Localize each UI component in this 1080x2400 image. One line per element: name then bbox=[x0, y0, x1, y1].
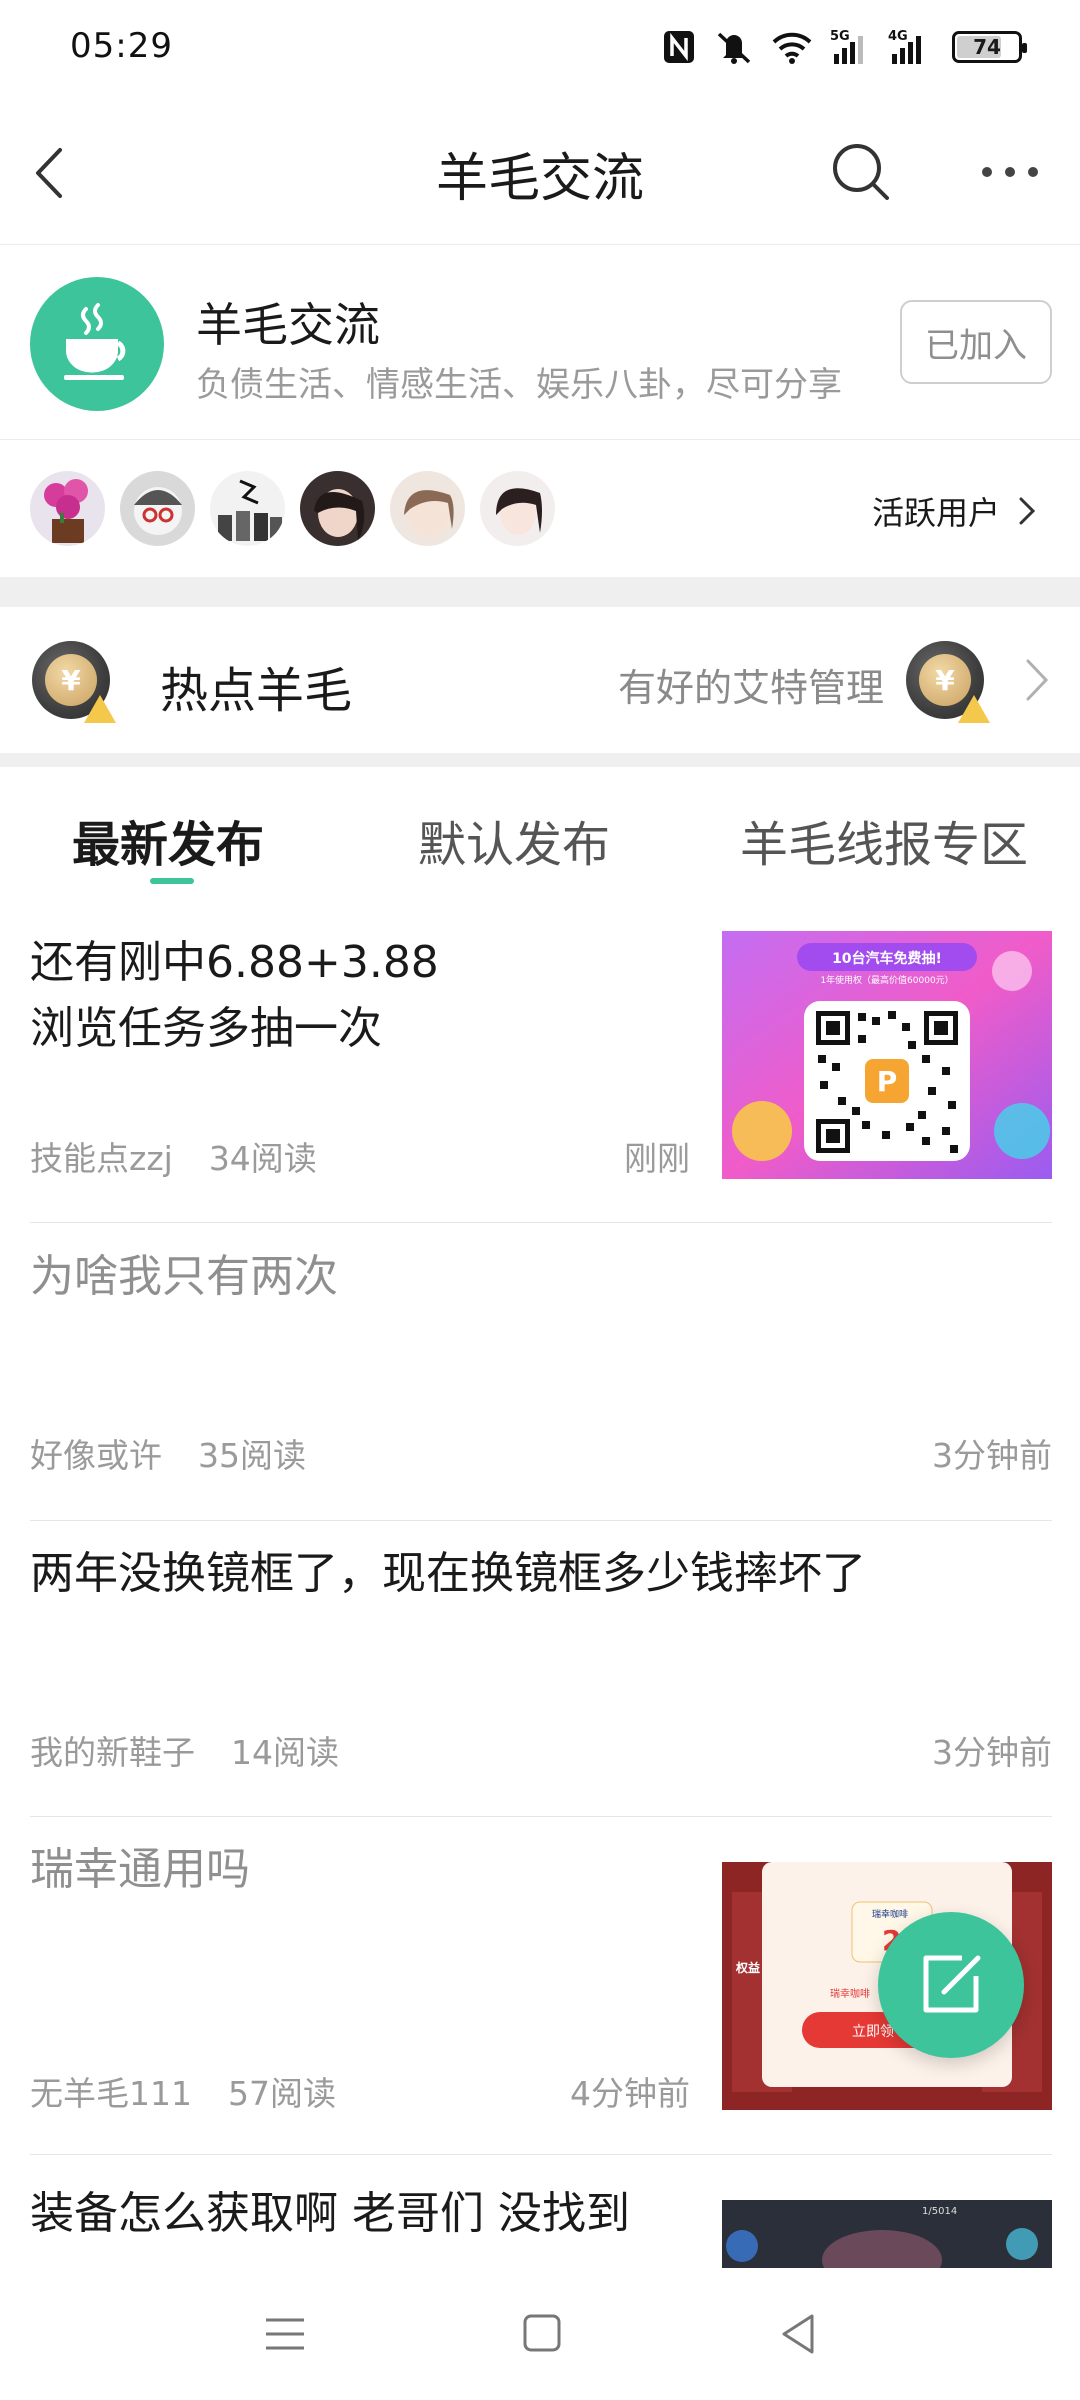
tab-default[interactable]: 默认发布 bbox=[418, 805, 610, 875]
svg-text:P: P bbox=[877, 1065, 898, 1098]
post-reads: 57阅读 bbox=[228, 2074, 336, 2113]
post-reads: 34阅读 bbox=[208, 1139, 317, 1178]
nfc-icon bbox=[662, 28, 696, 66]
post-title[interactable]: 还有刚中6.88+3.88 浏览任务多抽一次 bbox=[30, 930, 439, 1062]
coin-icon: ¥ bbox=[32, 641, 116, 723]
post-thumbnail[interactable]: 10台汽车免费抽! 1年使用权（最高价值60000元） P bbox=[722, 931, 1052, 1179]
post-title[interactable]: 装备怎么获取啊 老哥们 没找到 bbox=[30, 2181, 630, 2247]
post-meta: 好像或许 35阅读 bbox=[30, 1429, 306, 1477]
top-nav-bar: 羊毛交流 bbox=[0, 100, 1080, 245]
joined-button[interactable]: 已加入 bbox=[900, 300, 1052, 384]
menu-icon[interactable] bbox=[258, 2306, 314, 2362]
tab-deals-zone[interactable]: 羊毛线报专区 bbox=[740, 805, 1028, 875]
active-users-link[interactable]: 活跃用户 bbox=[872, 488, 1036, 534]
hot-topic-row[interactable]: ¥ 热点羊毛 有好的艾特管理 ¥ bbox=[0, 607, 1080, 753]
section-divider bbox=[0, 753, 1080, 767]
back-triangle-icon[interactable] bbox=[772, 2306, 828, 2362]
post-time: 3分钟前 bbox=[932, 1733, 1052, 1772]
tab-bar: 最新发布 默认发布 羊毛线报专区 bbox=[0, 767, 1080, 892]
system-nav-bar bbox=[0, 2268, 1080, 2400]
avatar[interactable] bbox=[30, 471, 105, 546]
status-time: 05:29 bbox=[70, 26, 173, 66]
svg-text:瑞幸咖啡: 瑞幸咖啡 bbox=[830, 1988, 870, 2000]
group-description: 负债生活、情感生活、娱乐八卦，尽可分享 bbox=[196, 365, 842, 405]
post-meta: 我的新鞋子 14阅读 bbox=[30, 1726, 339, 1774]
tab-indicator bbox=[150, 878, 194, 884]
signal-4g-label: 4G bbox=[888, 29, 908, 44]
post-title-line: 浏览任务多抽一次 bbox=[30, 1003, 382, 1054]
thumb-promo-subtitle: 1年使用权（最高价值60000元） bbox=[820, 974, 953, 986]
thumb-promo-title: 10台汽车免费抽! bbox=[832, 950, 942, 967]
post-reads: 35阅读 bbox=[198, 1436, 306, 1475]
edit-icon bbox=[923, 1955, 981, 2013]
post-title[interactable]: 瑞幸通用吗 bbox=[30, 1837, 250, 1903]
status-bar: 05:29 5G 4G 74 bbox=[0, 0, 1080, 100]
mute-icon bbox=[714, 28, 754, 66]
battery-level-text: 74 bbox=[973, 35, 1001, 59]
post-thumbnail[interactable]: 1/5014 bbox=[722, 2200, 1052, 2268]
page-title: 羊毛交流 bbox=[435, 149, 644, 209]
hot-topic-title: 热点羊毛 bbox=[160, 663, 353, 719]
active-user-avatars bbox=[30, 471, 555, 546]
chevron-right-icon bbox=[1019, 497, 1036, 525]
post-title[interactable]: 为啥我只有两次 bbox=[30, 1244, 338, 1310]
post-time: 3分钟前 bbox=[932, 1436, 1052, 1475]
compose-button[interactable] bbox=[878, 1912, 1024, 2058]
post-author: 无羊毛111 bbox=[30, 2074, 192, 2113]
post-item[interactable]: 装备怎么获取啊 老哥们 没找到 1/5014 bbox=[30, 2155, 1052, 2268]
thumb-luckin-left-text: 权益 bbox=[735, 1960, 760, 1975]
post-author: 我的新鞋子 bbox=[30, 1733, 195, 1772]
post-item[interactable]: 为啥我只有两次 好像或许 35阅读 3分钟前 bbox=[30, 1224, 1052, 1521]
post-item[interactable]: 还有刚中6.88+3.88 浏览任务多抽一次 技能点zzj 34阅读 刚刚 10… bbox=[30, 910, 1052, 1223]
avatar[interactable] bbox=[300, 471, 375, 546]
more-icon[interactable] bbox=[975, 136, 1045, 206]
tea-cup-icon bbox=[30, 277, 164, 411]
avatar[interactable] bbox=[480, 471, 555, 546]
post-meta: 技能点zzj 34阅读 bbox=[30, 1132, 317, 1180]
thumb-game-counter: 1/5014 bbox=[922, 2206, 957, 2217]
post-time: 刚刚 bbox=[624, 1139, 690, 1178]
active-users-label: 活跃用户 bbox=[871, 494, 1000, 532]
post-meta: 无羊毛111 57阅读 bbox=[30, 2067, 336, 2115]
section-divider bbox=[0, 577, 1080, 607]
post-title[interactable]: 两年没换镜框了，现在换镜框多少钱摔坏了 bbox=[30, 1541, 866, 1607]
wifi-icon bbox=[772, 28, 812, 66]
avatar[interactable] bbox=[120, 471, 195, 546]
hot-topic-admin-text: 有好的艾特管理 bbox=[617, 666, 884, 710]
tab-latest[interactable]: 最新发布 bbox=[72, 805, 264, 875]
avatar[interactable] bbox=[210, 471, 285, 546]
thumb-luckin-brand: 瑞幸咖啡 bbox=[872, 1908, 908, 1920]
status-icons: 5G 4G 74 bbox=[662, 28, 1027, 66]
battery-icon: 74 bbox=[952, 28, 1027, 66]
coin-icon: ¥ bbox=[906, 641, 990, 723]
group-header: 羊毛交流 负债生活、情感生活、娱乐八卦，尽可分享 已加入 bbox=[0, 245, 1080, 440]
post-reads: 14阅读 bbox=[231, 1733, 339, 1772]
signal-5g-icon: 5G bbox=[830, 28, 870, 66]
search-icon[interactable] bbox=[825, 136, 895, 206]
chevron-right-icon bbox=[1022, 655, 1052, 705]
signal-5g-label: 5G bbox=[830, 29, 850, 44]
post-author: 技能点zzj bbox=[30, 1139, 173, 1178]
group-name: 羊毛交流 bbox=[196, 298, 380, 352]
avatar[interactable] bbox=[390, 471, 465, 546]
signal-4g-icon: 4G bbox=[888, 28, 928, 66]
home-square-icon[interactable] bbox=[515, 2306, 571, 2362]
active-users-row[interactable]: 活跃用户 bbox=[0, 441, 1080, 577]
thumb-luckin-button: 立即领 bbox=[852, 2024, 894, 2040]
post-author: 好像或许 bbox=[30, 1436, 162, 1475]
post-title-line: 还有刚中6.88+3.88 bbox=[30, 937, 439, 988]
post-item[interactable]: 两年没换镜框了，现在换镜框多少钱摔坏了 我的新鞋子 14阅读 3分钟前 bbox=[30, 1521, 1052, 1817]
post-time: 4分钟前 bbox=[570, 2074, 690, 2113]
